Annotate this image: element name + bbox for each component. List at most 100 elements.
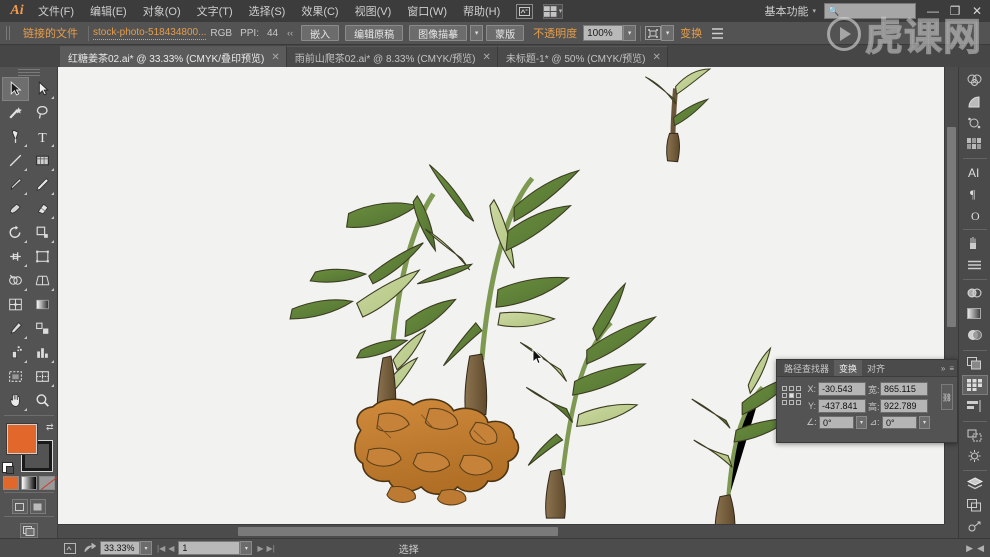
- transform-panel[interactable]: 路径查找器 变换 对齐 » ≡ X: -30.543 宽: 865.115 Y:…: [776, 359, 958, 443]
- tab-align[interactable]: 对齐: [862, 360, 890, 376]
- artboard-number-input[interactable]: 1: [178, 541, 241, 555]
- shape-builder-tool[interactable]: [2, 269, 29, 293]
- graphic-styles-panel-icon[interactable]: [962, 283, 988, 303]
- type-tool[interactable]: T: [29, 125, 56, 149]
- menu-file[interactable]: 文件(F): [30, 0, 82, 22]
- ref-point[interactable]: [782, 400, 787, 405]
- canvas-area[interactable]: 路径查找器 变换 对齐 » ≡ X: -30.543 宽: 865.115 Y:…: [58, 67, 958, 538]
- workspace-switcher[interactable]: 基本功能: [760, 3, 812, 19]
- eyedropper-tool[interactable]: [2, 317, 29, 341]
- menu-view[interactable]: 视图(V): [347, 0, 400, 22]
- artboard-nav-next[interactable]: ▶ ▶|: [257, 544, 274, 553]
- ref-point[interactable]: [796, 393, 801, 398]
- status-next-icon[interactable]: ▶: [966, 543, 973, 554]
- appearance-panel-icon[interactable]: [962, 446, 988, 466]
- embed-button[interactable]: 嵌入: [301, 25, 340, 41]
- transform-label[interactable]: 变换: [674, 25, 708, 41]
- mesh-tool[interactable]: [2, 293, 29, 317]
- swap-fill-stroke-icon[interactable]: ⇄: [46, 422, 54, 433]
- edit-original-button[interactable]: 编辑原稿: [345, 25, 404, 41]
- perspective-grid-tool[interactable]: [29, 269, 56, 293]
- gradient-button[interactable]: [20, 476, 37, 491]
- collapse-panel-icon[interactable]: »: [941, 364, 945, 373]
- draw-behind-button[interactable]: [29, 499, 46, 515]
- artboard-canvas[interactable]: [58, 67, 944, 524]
- vertical-scrollbar[interactable]: [944, 67, 958, 524]
- shear-input[interactable]: 0°: [882, 416, 917, 429]
- color-panel-icon[interactable]: [962, 70, 988, 90]
- fill-color-swatch[interactable]: [6, 423, 37, 454]
- hand-tool[interactable]: [2, 389, 29, 413]
- y-input[interactable]: -437.841: [818, 399, 866, 413]
- image-trace-panel-icon[interactable]: [962, 354, 988, 374]
- image-trace-button[interactable]: 图像描摹: [409, 25, 468, 41]
- menu-effect[interactable]: 效果(C): [293, 0, 346, 22]
- lasso-tool[interactable]: [29, 101, 56, 125]
- screen-mode-button[interactable]: [19, 523, 38, 538]
- toolbar-grip[interactable]: [17, 69, 40, 76]
- ref-point-center[interactable]: [789, 393, 794, 398]
- minimize-button[interactable]: —: [922, 1, 944, 21]
- ref-point[interactable]: [796, 386, 801, 391]
- artboard-nav-prev[interactable]: |◀ ◀: [157, 544, 174, 553]
- transform-panel-icon[interactable]: [962, 424, 988, 444]
- rectangle-tool[interactable]: [29, 149, 56, 173]
- vertical-scroll-thumb[interactable]: [947, 127, 956, 327]
- menu-type[interactable]: 文字(T): [189, 0, 241, 22]
- direct-selection-tool[interactable]: [29, 77, 56, 101]
- stroke-panel-icon[interactable]: [962, 254, 988, 274]
- panel-menu-icon[interactable]: ≡: [949, 364, 954, 373]
- mask-button[interactable]: 蒙版: [486, 25, 525, 41]
- linked-filename[interactable]: stock-photo-518434800...: [93, 27, 207, 40]
- slice-tool[interactable]: [29, 365, 56, 389]
- close-icon[interactable]: ✕: [482, 52, 490, 63]
- angle-chevron-down-icon[interactable]: ▾: [856, 416, 867, 429]
- links-panel-icon[interactable]: [962, 517, 988, 537]
- layers-panel-icon[interactable]: [962, 474, 988, 494]
- workspace-chevron-down-icon[interactable]: ▾: [812, 7, 816, 15]
- last-artboard-icon[interactable]: ▶|: [267, 544, 275, 553]
- none-button[interactable]: [38, 476, 55, 491]
- shear-chevron-down-icon[interactable]: ▾: [919, 416, 930, 429]
- column-graph-tool[interactable]: [29, 341, 56, 365]
- control-bar-overflow-icon[interactable]: ‹‹: [282, 28, 298, 38]
- gradient-tool[interactable]: [29, 293, 56, 317]
- ref-point[interactable]: [796, 400, 801, 405]
- control-bar-grip[interactable]: [6, 26, 12, 40]
- zoom-tool[interactable]: [29, 389, 56, 413]
- zoom-level-input[interactable]: 33.33%: [100, 541, 140, 555]
- default-fill-stroke-icon[interactable]: [1, 462, 14, 475]
- height-input[interactable]: 922.789: [880, 399, 928, 413]
- artboard-chevron-down-icon[interactable]: ▾: [240, 541, 253, 555]
- menu-object[interactable]: 对象(O): [135, 0, 189, 22]
- x-input[interactable]: -30.543: [818, 382, 866, 396]
- tab-pathfinder[interactable]: 路径查找器: [779, 360, 834, 376]
- horizontal-scroll-thumb[interactable]: [238, 527, 558, 536]
- scale-tool[interactable]: [29, 221, 56, 245]
- first-artboard-icon[interactable]: |◀: [157, 544, 165, 553]
- close-icon[interactable]: ✕: [652, 52, 660, 63]
- reference-point-selector[interactable]: [782, 386, 802, 408]
- symbol-sprayer-tool[interactable]: [2, 341, 29, 365]
- arrange-documents-icon[interactable]: ▾: [543, 3, 564, 19]
- color-guide-panel-icon[interactable]: [962, 91, 988, 111]
- opacity-input[interactable]: 100%: [583, 25, 624, 41]
- glyphs-panel-icon[interactable]: O: [962, 205, 988, 225]
- ref-point[interactable]: [789, 400, 794, 405]
- image-trace-chevron-down-icon[interactable]: ▾: [470, 25, 484, 41]
- transparency-panel-icon[interactable]: [962, 325, 988, 345]
- status-prev-icon[interactable]: ◀: [977, 543, 984, 554]
- ref-point[interactable]: [782, 393, 787, 398]
- gradient-panel-icon[interactable]: [962, 304, 988, 324]
- align-panel-icon[interactable]: [962, 396, 988, 416]
- pathfinder-panel-icon[interactable]: [961, 374, 988, 396]
- rotate-tool[interactable]: [2, 221, 29, 245]
- brushes-panel-icon[interactable]: [962, 233, 988, 253]
- prev-artboard-icon[interactable]: ◀: [168, 544, 174, 553]
- draw-normal-button[interactable]: [11, 499, 28, 515]
- symbols-panel-icon[interactable]: [962, 113, 988, 133]
- document-tab-2[interactable]: 未标题-1* @ 50% (CMYK/预览) ✕: [497, 46, 668, 67]
- ref-point[interactable]: [789, 386, 794, 391]
- paragraph-panel-icon[interactable]: ¶: [962, 184, 988, 204]
- angle-input[interactable]: 0°: [819, 416, 854, 429]
